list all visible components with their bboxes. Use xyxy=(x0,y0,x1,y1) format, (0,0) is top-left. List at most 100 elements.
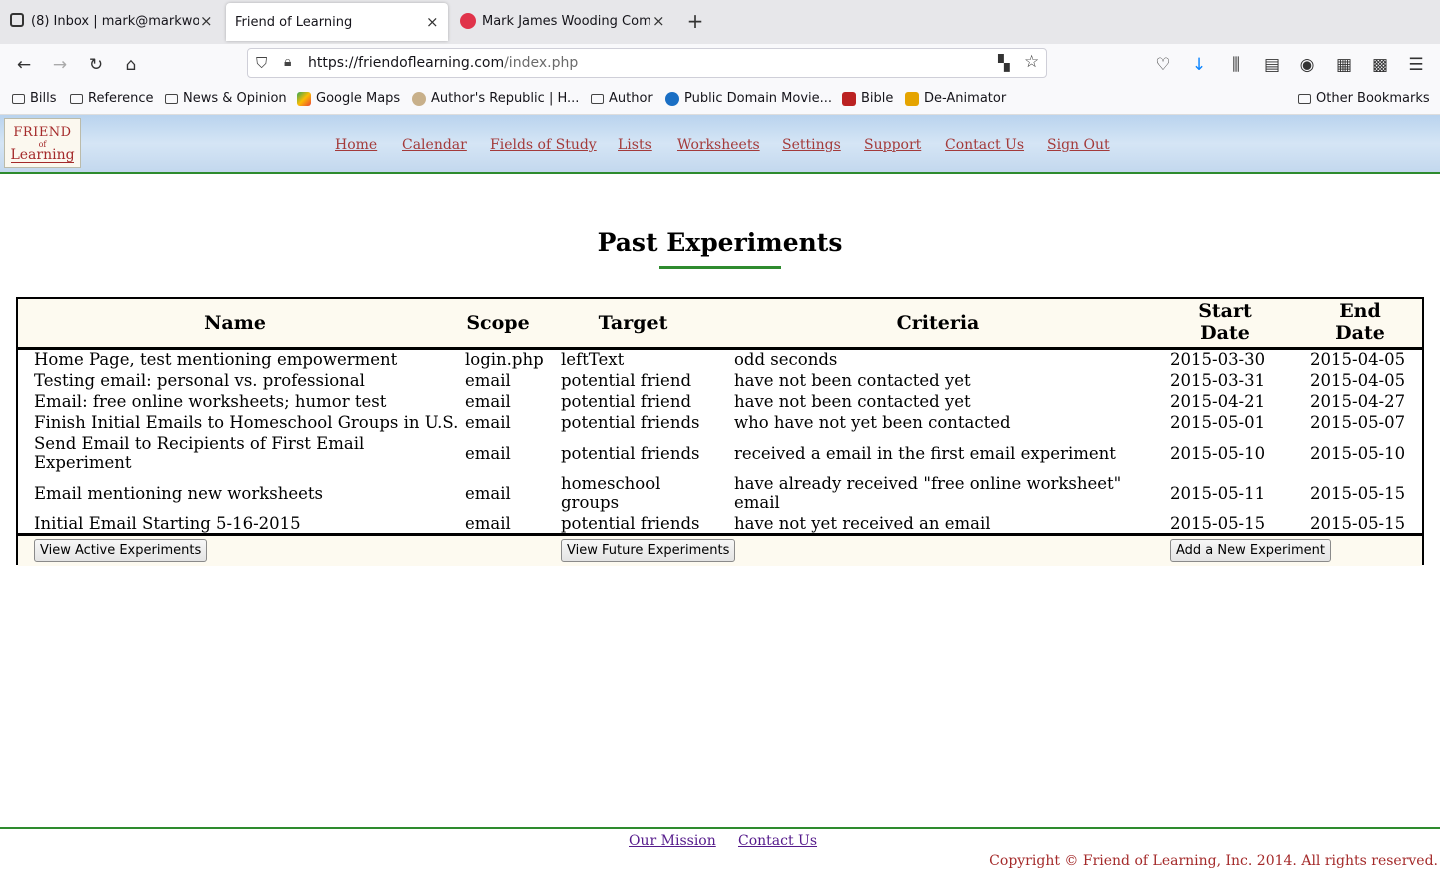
bookmark-bible[interactable]: Bible xyxy=(842,91,893,106)
folder-icon xyxy=(70,93,83,104)
new-tab-icon[interactable]: + xyxy=(684,10,706,32)
url-text: https://friendoflearning.com/index.php xyxy=(308,55,578,71)
bookmark-label: Bible xyxy=(861,91,894,106)
bookmarks-bar: Bills Reference News & Opinion Google Ma… xyxy=(0,84,1440,115)
footer-divider xyxy=(0,827,1440,829)
bookmark-public-domain-movies[interactable]: Public Domain Movie... xyxy=(665,91,832,106)
column-end-date: End Date xyxy=(1313,300,1407,344)
add-new-experiment-button[interactable]: Add a New Experiment xyxy=(1170,539,1331,562)
extension-grid-icon[interactable]: ▦ xyxy=(1333,54,1355,76)
nav-contact-us[interactable]: Contact Us xyxy=(945,137,1024,153)
tab-title: Friend of Learning xyxy=(235,14,353,30)
bookmark-label: Author's Republic | H... xyxy=(431,91,580,106)
title-underline xyxy=(659,266,781,269)
cell-criteria: have not been contacted yet xyxy=(734,371,971,390)
tab-mark-james-wooding[interactable]: Mark James Wooding Com × xyxy=(452,0,674,42)
bookmark-label: Reference xyxy=(88,91,154,106)
close-tab-icon[interactable]: × xyxy=(200,12,213,30)
nav-sign-out[interactable]: Sign Out xyxy=(1047,137,1110,153)
other-bookmarks[interactable]: Other Bookmarks xyxy=(1298,91,1430,106)
nav-settings[interactable]: Settings xyxy=(782,137,841,153)
url-path: /index.php xyxy=(504,55,579,71)
table-footer: View Active Experiments View Future Expe… xyxy=(18,533,1422,566)
back-icon[interactable]: ← xyxy=(13,54,35,76)
menu-icon[interactable]: ☰ xyxy=(1405,54,1427,76)
cell-start-date: 2015-03-30 xyxy=(1170,350,1266,369)
cell-name: Home Page, test mentioning empowerment xyxy=(34,350,398,369)
cell-target: potential friend xyxy=(561,371,692,390)
bookmark-de-animator[interactable]: De-Animator xyxy=(905,91,1006,106)
cell-end-date: 2015-04-05 xyxy=(1310,350,1406,369)
tab-friend-of-learning[interactable]: Friend of Learning × xyxy=(226,3,448,41)
cell-criteria: have not yet received an email xyxy=(734,514,991,533)
bookmark-label: De-Animator xyxy=(924,91,1007,106)
folder-icon xyxy=(591,93,604,104)
bookmark-label: News & Opinion xyxy=(183,91,287,106)
bible-icon xyxy=(842,91,856,106)
nav-home[interactable]: Home xyxy=(335,137,377,153)
bookmark-google-maps[interactable]: Google Maps xyxy=(297,91,400,106)
close-tab-icon[interactable]: × xyxy=(652,12,665,30)
bookmark-bills[interactable]: Bills xyxy=(12,91,57,106)
header-line: Date xyxy=(1335,322,1385,344)
cell-name: Finish Initial Emails to Homeschool Grou… xyxy=(34,413,459,432)
nav-fields-of-study[interactable]: Fields of Study xyxy=(490,137,597,153)
column-start-date: Start Date xyxy=(1178,300,1272,344)
url-bar[interactable]: ⛉ 🔒︎ https://friendoflearning.com/index.… xyxy=(247,48,1047,78)
column-name: Name xyxy=(204,312,266,334)
download-icon[interactable]: ↓ xyxy=(1188,54,1210,76)
cell-target: potential friends xyxy=(561,413,700,432)
cell-start-date: 2015-03-31 xyxy=(1170,371,1266,390)
site-logo[interactable]: Friend of Learning xyxy=(4,118,81,168)
bookmark-authors-republic[interactable]: Author's Republic | H... xyxy=(412,91,579,106)
cell-criteria: received a email in the first email expe… xyxy=(734,444,1116,463)
nav-worksheets[interactable]: Worksheets xyxy=(677,137,760,153)
header-line: Date xyxy=(1200,322,1250,344)
bookmark-star-icon[interactable]: ☆ xyxy=(1024,52,1039,72)
cell-name: Testing email: personal vs. professional xyxy=(34,371,365,390)
forward-icon[interactable]: → xyxy=(49,54,71,76)
cell-target: potential friend xyxy=(561,392,692,411)
pocket-icon[interactable]: ♡ xyxy=(1152,54,1174,76)
cell-target-line-2: groups xyxy=(561,493,620,512)
cell-end-date: 2015-04-27 xyxy=(1310,392,1406,411)
close-tab-icon[interactable]: × xyxy=(426,13,439,31)
logo-underline xyxy=(11,162,74,163)
google-maps-icon xyxy=(297,91,311,106)
nav-support[interactable]: Support xyxy=(864,137,921,153)
view-future-experiments-button[interactable]: View Future Experiments xyxy=(561,539,736,562)
cell-start-date: 2015-05-10 xyxy=(1170,444,1266,463)
cell-end-date: 2015-05-07 xyxy=(1310,413,1406,432)
library-icon[interactable]: ⫼ xyxy=(1225,54,1247,76)
folder-icon xyxy=(165,93,178,104)
reload-icon[interactable]: ↻ xyxy=(85,54,107,76)
apps-icon[interactable]: ▩ xyxy=(1369,54,1391,76)
bookmark-label: Bills xyxy=(30,91,57,106)
cell-target: potential friends xyxy=(561,514,700,533)
cell-name-line-2: Experiment xyxy=(34,453,132,472)
cell-end-date: 2015-05-10 xyxy=(1310,444,1406,463)
logo-line-1: Friend xyxy=(13,125,72,140)
nav-lists[interactable]: Lists xyxy=(618,137,652,153)
footer-our-mission-link[interactable]: Our Mission xyxy=(629,833,716,849)
site-favicon xyxy=(460,13,476,29)
footer-contact-us-link[interactable]: Contact Us xyxy=(738,833,817,849)
column-target: Target xyxy=(598,312,668,334)
header-line: End xyxy=(1339,300,1381,322)
tab-inbox[interactable]: (8) Inbox | mark@markwo × xyxy=(0,0,220,42)
view-active-experiments-button[interactable]: View Active Experiments xyxy=(34,539,208,562)
qr-code-icon[interactable]: ▚ xyxy=(998,54,1010,72)
de-animator-icon xyxy=(905,91,919,106)
bookmark-news-opinion[interactable]: News & Opinion xyxy=(165,91,287,106)
authors-republic-icon xyxy=(412,91,426,106)
nav-calendar[interactable]: Calendar xyxy=(402,137,467,153)
browser-tab-bar: (8) Inbox | mark@markwo × Friend of Lear… xyxy=(0,0,1440,44)
bookmark-reference[interactable]: Reference xyxy=(70,91,153,106)
extension-icon[interactable]: ◉ xyxy=(1296,54,1318,76)
cell-name: Email mentioning new worksheets xyxy=(34,484,323,503)
bookmark-author[interactable]: Author xyxy=(591,91,653,106)
bookmark-label: Other Bookmarks xyxy=(1316,91,1430,106)
home-icon[interactable]: ⌂ xyxy=(120,54,142,76)
sidebar-icon[interactable]: ▤ xyxy=(1261,54,1283,76)
cell-criteria: who have not yet been contacted xyxy=(734,413,1011,432)
